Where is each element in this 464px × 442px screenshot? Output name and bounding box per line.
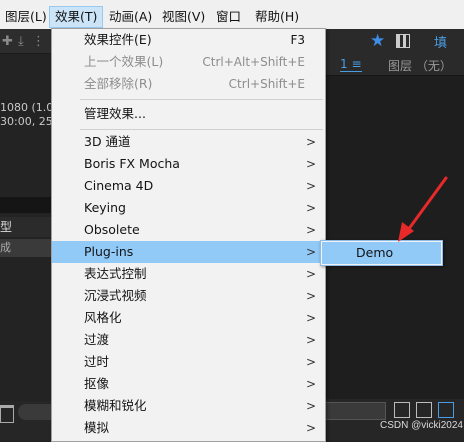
menu-item-remove-all: 全部移除(R) Ctrl+Shift+E: [52, 73, 325, 95]
submenu-item-label: Demo: [356, 245, 394, 260]
menu-item-immersive-video[interactable]: 沉浸式视频 >: [52, 285, 325, 307]
viewer-tabs: 1 ≡ 图层 （无）: [324, 53, 464, 76]
menu-item-label: 过渡: [84, 332, 110, 347]
effect-menu: 效果控件(E) F3 上一个效果(L) Ctrl+Alt+Shift+E 全部移…: [51, 28, 326, 442]
menu-item-label: 抠像: [84, 376, 110, 391]
menu-item-simulation[interactable]: 模拟 >: [52, 417, 325, 439]
menu-item-3d-channel[interactable]: 3D 通道 >: [52, 131, 325, 153]
chevron-right-icon: >: [305, 245, 316, 259]
viewer-toolbar: ★ 填 充: [324, 29, 464, 70]
menu-item-label: 过时: [84, 354, 110, 369]
menu-item-stylize[interactable]: 风格化 >: [52, 307, 325, 329]
menu-separator: [80, 129, 323, 130]
menu-item-expression-controls[interactable]: 表达式控制 >: [52, 263, 325, 285]
trash-icon[interactable]: [0, 405, 14, 423]
menu-item-label: 风格化: [84, 310, 122, 325]
menu-item-label: 表达式控制: [84, 266, 147, 281]
menu-item-obsolete[interactable]: Obsolete >: [52, 219, 325, 241]
chevron-right-icon: >: [305, 399, 316, 413]
shortcut-label: F3: [290, 33, 305, 47]
column-header-type[interactable]: 型: [0, 217, 52, 237]
chevron-right-icon: >: [305, 355, 316, 369]
menu-item-last-effect: 上一个效果(L) Ctrl+Alt+Shift+E: [52, 51, 325, 73]
menu-item-label: Obsolete: [84, 222, 140, 237]
menu-window[interactable]: 窗口: [211, 7, 246, 27]
menu-item-label: 3D 通道: [84, 134, 131, 149]
watermark: CSDN @vicki2024: [380, 420, 463, 431]
star-icon[interactable]: ★: [370, 31, 385, 51]
more-icon[interactable]: ⋮: [32, 34, 45, 49]
menu-item-keying-cn[interactable]: 抠像 >: [52, 373, 325, 395]
menu-item-label: Cinema 4D: [84, 178, 154, 193]
menu-item-label: 沉浸式视频: [84, 288, 147, 303]
menu-item-label: Plug-ins: [84, 244, 134, 259]
menu-item-label: Boris FX Mocha: [84, 156, 180, 171]
region-icon[interactable]: [438, 402, 454, 418]
menu-separator: [80, 99, 323, 100]
menu-item-label: 上一个效果(L): [84, 54, 164, 69]
shortcut-label: Ctrl+Shift+E: [228, 77, 305, 91]
menu-item-plug-ins[interactable]: Plug-ins >: [52, 241, 325, 263]
menu-item-label: 效果控件(E): [84, 32, 152, 47]
transparency-grid-icon[interactable]: [396, 34, 410, 48]
project-panel: ✚ ⤓ ⋮ 1080 (1.00 30:00, 25.0 型 成: [0, 29, 63, 440]
menu-item-cinema-4d[interactable]: Cinema 4D >: [52, 175, 325, 197]
menu-item-label: 管理效果...: [84, 106, 146, 121]
menu-item-blur-sharpen[interactable]: 模糊和锐化 >: [52, 395, 325, 417]
chevron-right-icon: >: [305, 333, 316, 347]
menu-layer[interactable]: 图层(L): [0, 7, 52, 27]
tab-layer[interactable]: 图层 （无）: [388, 57, 452, 74]
menu-item-manage-effects[interactable]: 管理效果...: [52, 103, 325, 125]
grid-toggle-icon[interactable]: [416, 402, 432, 418]
submenu-item-demo[interactable]: Demo: [322, 242, 441, 264]
menu-effect[interactable]: 效果(T): [49, 6, 104, 28]
menu-help[interactable]: 帮助(H): [250, 7, 304, 27]
window-title-strip: [0, 0, 464, 5]
plugins-submenu: Demo: [320, 240, 443, 266]
menu-item-keying[interactable]: Keying >: [52, 197, 325, 219]
shortcut-label: Ctrl+Alt+Shift+E: [202, 55, 305, 69]
snapshot-icon[interactable]: [394, 402, 410, 418]
chevron-right-icon: >: [305, 135, 316, 149]
chevron-right-icon: >: [305, 377, 316, 391]
tab-composition[interactable]: 1 ≡: [340, 57, 362, 72]
chevron-right-icon: >: [305, 421, 316, 435]
menu-item-boris-fx-mocha[interactable]: Boris FX Mocha >: [52, 153, 325, 175]
project-footer: [0, 401, 58, 440]
project-toolbar: ✚ ⤓ ⋮: [0, 29, 52, 54]
panel-divider: [0, 197, 52, 213]
resolution-select[interactable]: [324, 402, 386, 420]
menu-item-deprecated[interactable]: 过时 >: [52, 351, 325, 373]
chevron-right-icon: >: [305, 311, 316, 325]
menu-item-label: Keying: [84, 200, 126, 215]
chevron-right-icon: >: [305, 267, 316, 281]
chevron-right-icon: >: [305, 157, 316, 171]
chevron-right-icon: >: [305, 179, 316, 193]
menu-view[interactable]: 视图(V): [157, 7, 210, 27]
menu-animation[interactable]: 动画(A): [104, 7, 157, 27]
chevron-right-icon: >: [305, 201, 316, 215]
viewer-panel: ★ 填 充 1 ≡ 图层 （无）: [324, 29, 464, 440]
menu-item-effect-controls[interactable]: 效果控件(E) F3: [52, 29, 325, 51]
add-icon[interactable]: ✚: [2, 34, 13, 49]
menu-bar: 图层(L) 效果(T) 动画(A) 视图(V) 窗口 帮助(H): [0, 0, 464, 29]
project-row[interactable]: 成: [0, 239, 52, 257]
chevron-right-icon: >: [305, 289, 316, 303]
menu-item-label: 模拟: [84, 420, 110, 435]
download-icon[interactable]: ⤓: [18, 34, 24, 49]
menu-item-transition[interactable]: 过渡 >: [52, 329, 325, 351]
menu-item-label: 模糊和锐化: [84, 398, 147, 413]
menu-item-label: 全部移除(R): [84, 76, 153, 91]
chevron-right-icon: >: [305, 223, 316, 237]
